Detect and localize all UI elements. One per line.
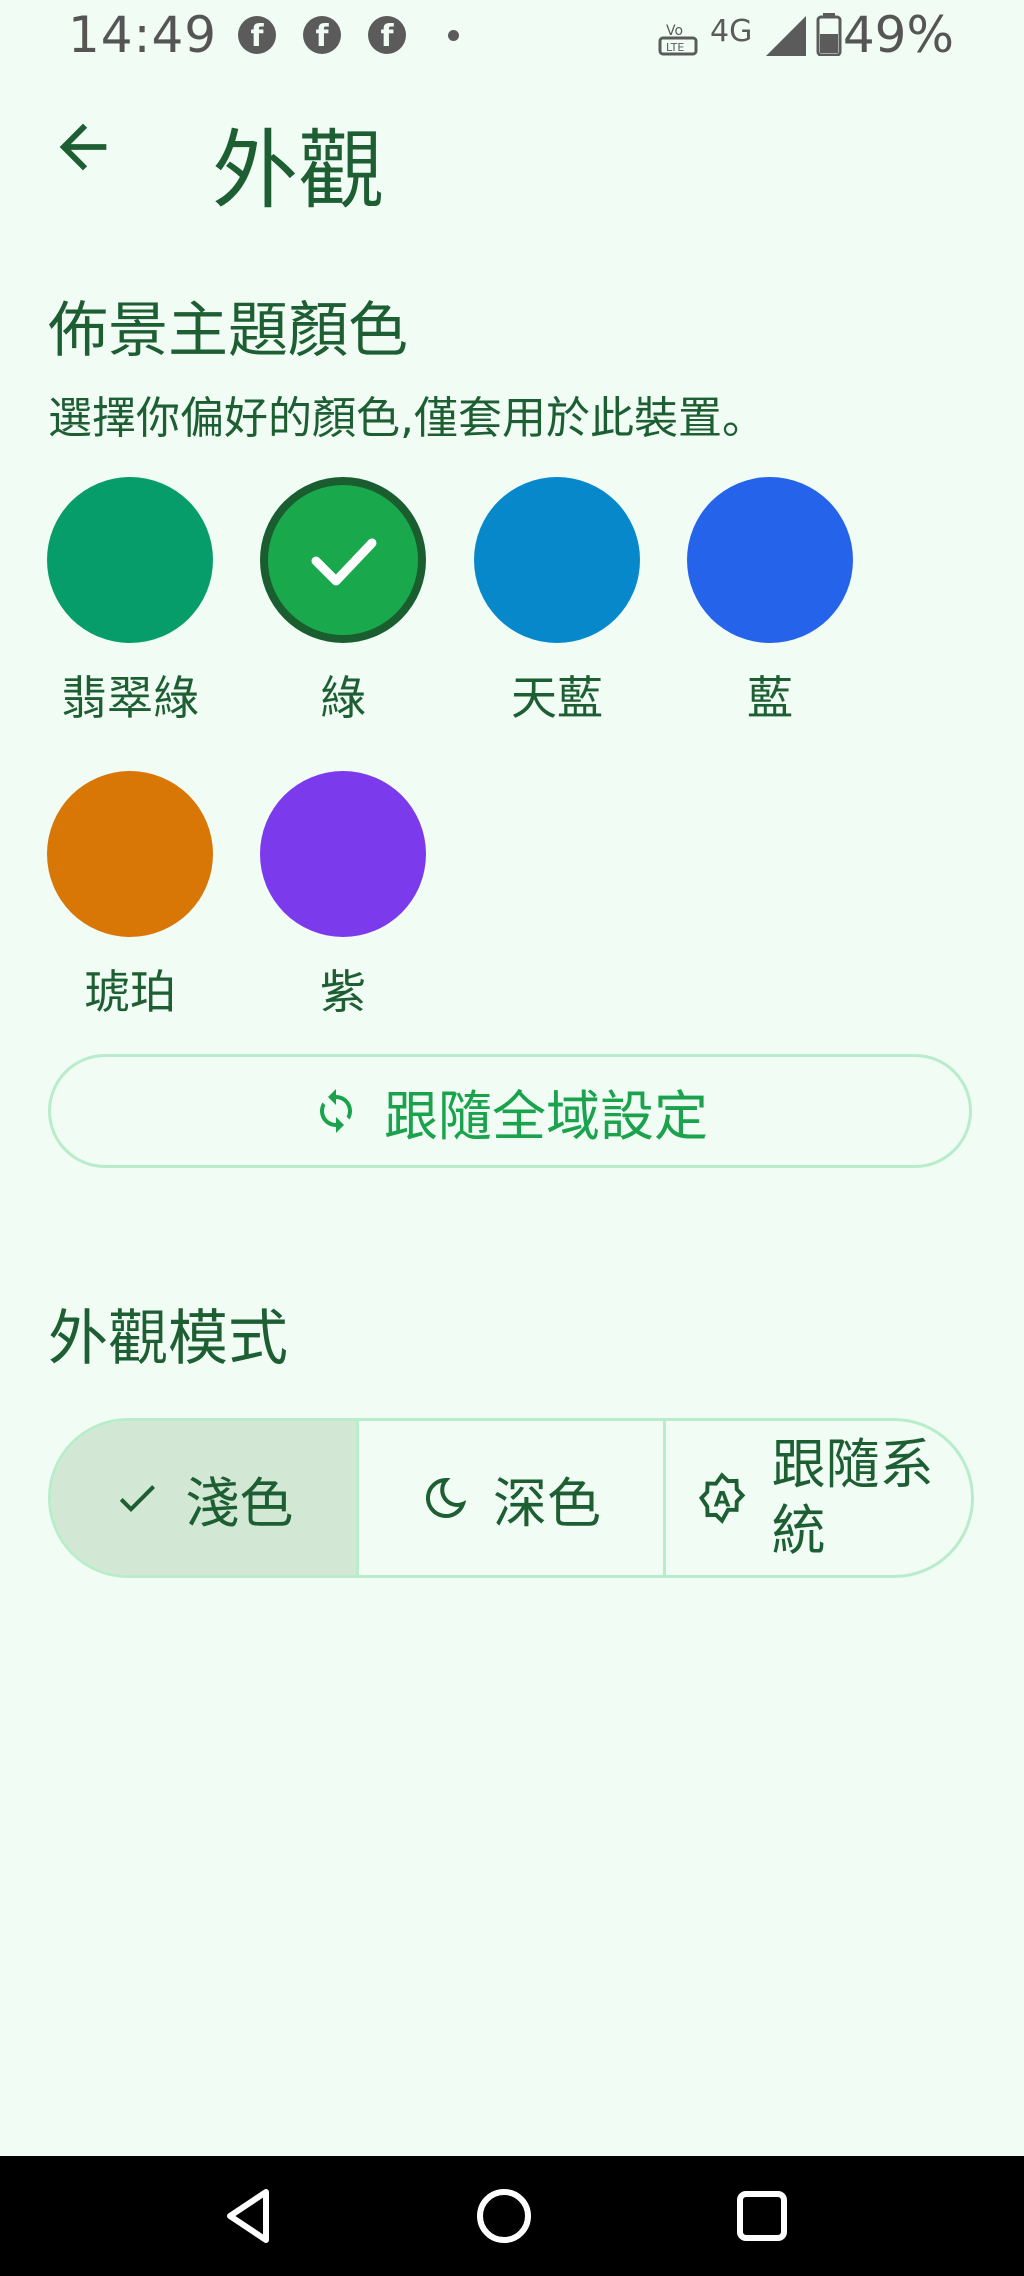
top-app-bar: 外觀: [0, 90, 1024, 221]
nav-recents-icon[interactable]: [730, 2184, 794, 2248]
swatch-purple[interactable]: [260, 771, 426, 937]
check-icon: [120, 1485, 156, 1512]
swatch-blue[interactable]: [687, 477, 853, 643]
swatch-label-amber: 琥珀: [84, 965, 176, 1019]
back-button[interactable]: [48, 112, 118, 182]
mode-system-option[interactable]: A 跟隨系統: [663, 1421, 971, 1575]
check-icon: [311, 538, 377, 586]
status-time: 14:49: [68, 6, 218, 64]
system-navigation-bar: [0, 2156, 1024, 2276]
battery-percent: 49%: [842, 6, 954, 64]
follow-global-label: 跟隨全域設定: [384, 1084, 708, 1148]
moon-icon: [425, 1477, 467, 1518]
appearance-mode-title: 外觀模式: [48, 1304, 288, 1374]
swatch-label-sky-blue: 天藍: [511, 671, 603, 725]
signal-icon: [766, 16, 806, 56]
swatch-label-blue: 藍: [747, 671, 793, 725]
nav-back-icon[interactable]: [218, 2184, 282, 2248]
follow-global-button[interactable]: 跟隨全域設定: [48, 1054, 972, 1168]
mode-dark-option[interactable]: 深色: [355, 1421, 664, 1575]
facebook-icon: f: [368, 16, 406, 54]
swatch-label-purple: 紫: [320, 965, 366, 1019]
svg-text:A: A: [713, 1488, 730, 1513]
arrow-back-icon: [59, 123, 107, 171]
auto-brightness-icon: A: [698, 1472, 745, 1524]
svg-text:LTE: LTE: [666, 41, 684, 54]
swatch-label-green: 綠: [320, 671, 366, 725]
volte-icon: Vo LTE: [658, 23, 698, 56]
theme-color-title: 佈景主題顏色: [48, 296, 408, 366]
swatch-amber[interactable]: [47, 771, 213, 937]
facebook-icon: f: [238, 16, 276, 54]
theme-color-description: 選擇你偏好的顏色,僅套用於此裝置。: [48, 393, 766, 444]
mode-dark-label: 深色: [493, 1471, 601, 1535]
nav-home-icon[interactable]: [472, 2184, 536, 2248]
swatch-emerald[interactable]: [47, 477, 213, 643]
status-bar: 14:49 f f f Vo LTE 4G 49%: [0, 0, 1024, 76]
svg-text:Vo: Vo: [666, 23, 683, 39]
swatch-green[interactable]: [260, 477, 426, 643]
network-type: 4G: [710, 14, 753, 49]
swatch-sky-blue[interactable]: [474, 477, 640, 643]
swatch-label-emerald: 翡翠綠: [61, 671, 199, 725]
sync-icon: [320, 1089, 352, 1133]
battery-icon: [816, 13, 842, 56]
mode-light-option[interactable]: 淺色: [51, 1421, 356, 1575]
mode-system-label: 跟隨系統: [771, 1433, 934, 1562]
page-title: 外觀: [212, 121, 384, 221]
facebook-icon: f: [303, 16, 341, 54]
appearance-mode-selector: 淺色 深色 A 跟隨系統: [48, 1418, 974, 1578]
mode-light-label: 淺色: [185, 1471, 294, 1535]
notification-dot-icon: [448, 30, 459, 41]
